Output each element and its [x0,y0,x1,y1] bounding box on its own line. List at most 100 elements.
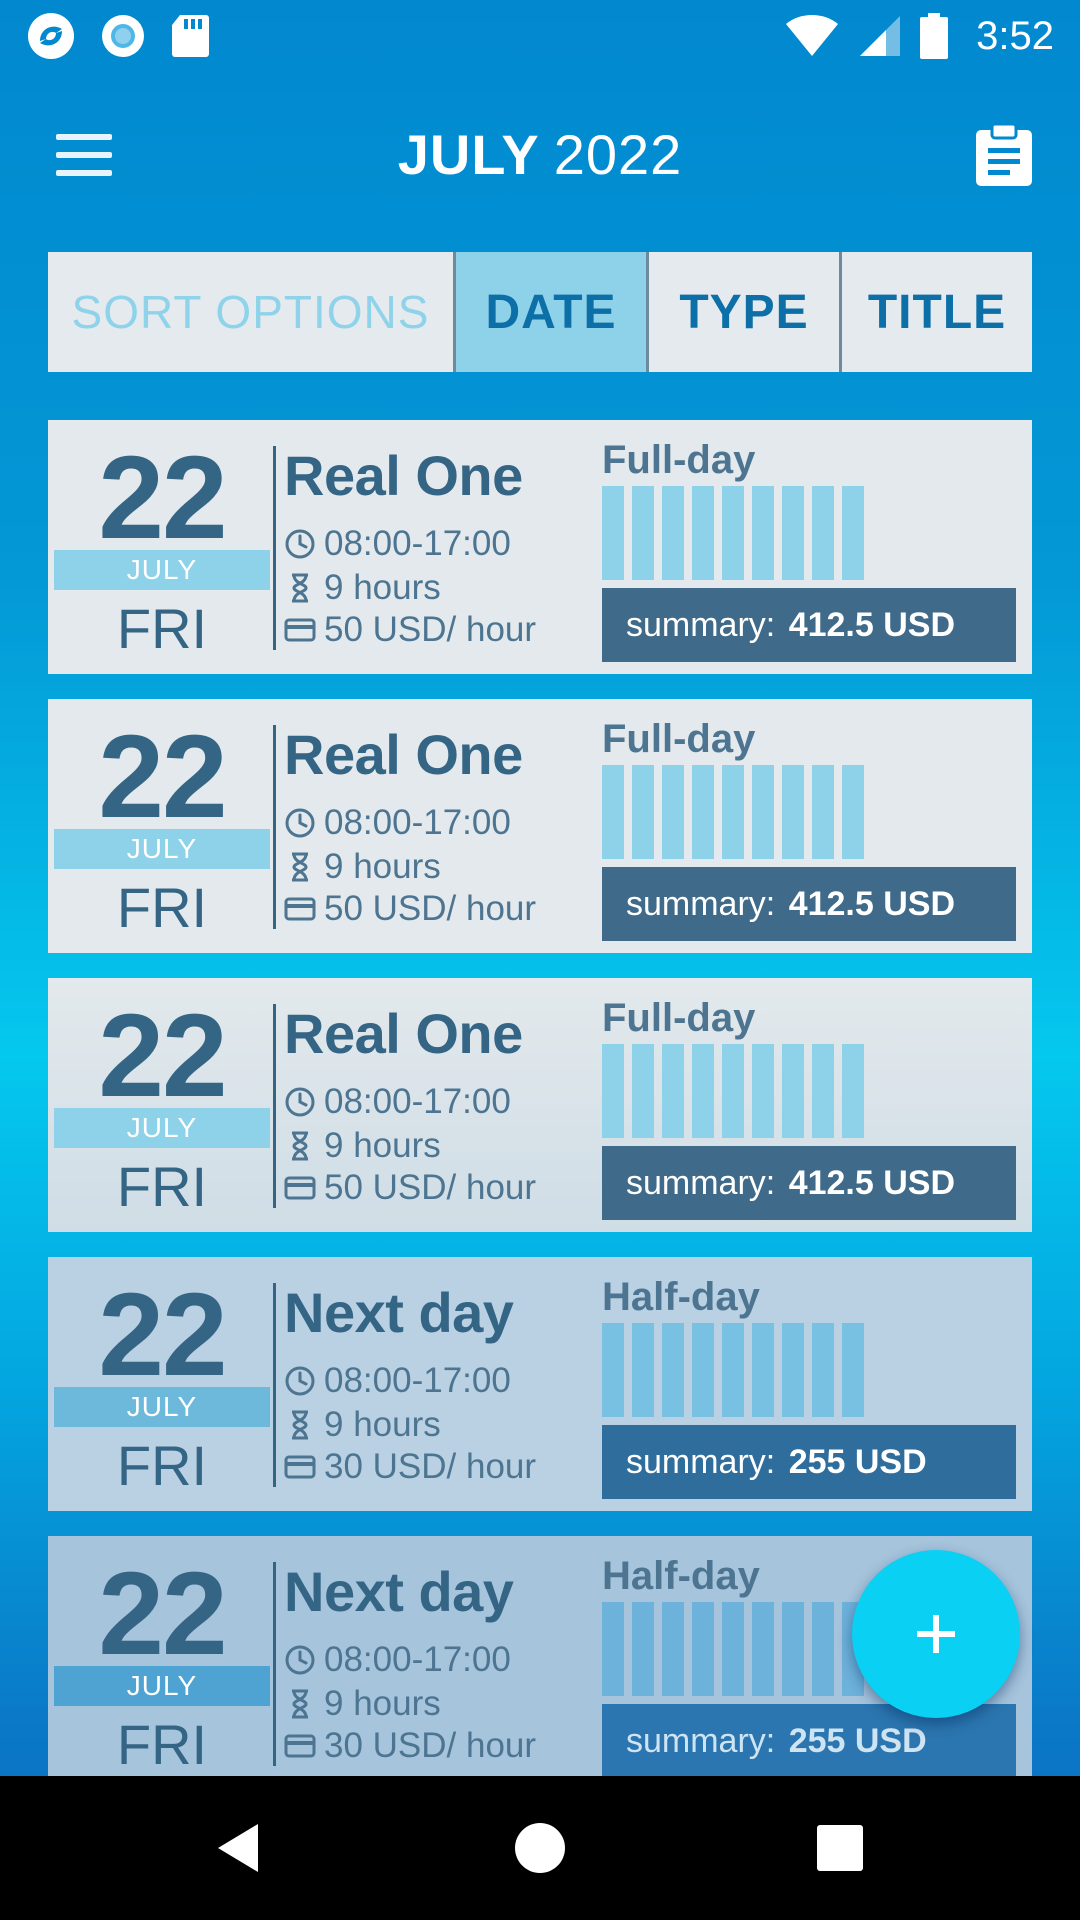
entry-time: 08:00-17:00 [324,1082,511,1121]
entry-divider [273,1562,276,1766]
entry-date: 22 JULY FRI [54,420,270,674]
entry-month: JULY [54,1387,270,1427]
entry-list: 22 JULY FRI Real One 08:00-17:00 9 hours [0,0,1080,1776]
entry-time: 08:00-17:00 [324,803,511,842]
entry-card[interactable]: 22 JULY FRI Real One 08:00-17:00 9 hours [48,699,1032,953]
entry-info: Real One 08:00-17:00 9 hours 50 USD/ hou… [284,699,604,953]
entry-time-row: 08:00-17:00 [284,524,511,564]
summary-value: 412.5 USD [788,885,956,923]
entry-time: 08:00-17:00 [324,1361,511,1400]
entry-rate-row: 50 USD/ hour [284,1168,536,1208]
summary-label: summary: [626,1443,776,1481]
entry-time: 08:00-17:00 [324,1640,511,1679]
plus-icon [917,1615,955,1653]
entry-day: 22 [98,1269,227,1401]
entry-hours: 9 hours [324,568,441,607]
entry-month: JULY [54,829,270,869]
credit-card-icon [284,1734,316,1758]
entry-weekday: FRI [116,1434,208,1497]
entry-month: JULY [54,1666,270,1706]
entry-title: Next day [284,1281,514,1344]
home-icon[interactable] [510,1818,570,1878]
entry-time-row: 08:00-17:00 [284,1082,511,1122]
entry-day: 22 [98,432,227,564]
entry-summary: summary: 412.5 USD [602,588,1016,662]
entry-weekday: FRI [116,1155,208,1218]
entry-hours-row: 9 hours [284,568,441,608]
entry-type-label: Full-day [602,438,756,482]
entry-time-row: 08:00-17:00 [284,1361,511,1401]
back-icon[interactable] [210,1818,270,1878]
entry-hours-bars [602,1323,864,1417]
summary-value: 255 USD [788,1722,927,1760]
hourglass-icon [292,852,308,882]
entry-rate: 50 USD/ hour [324,610,537,649]
entry-card[interactable]: 22 JULY FRI Real One 08:00-17:00 9 hours [48,420,1032,674]
entry-type-label: Half-day [602,1275,760,1319]
entry-month: JULY [54,550,270,590]
entry-hours-bars [602,1044,864,1138]
entry-type-label: Full-day [602,996,756,1040]
entry-rate-row: 50 USD/ hour [284,610,536,650]
entry-time-row: 08:00-17:00 [284,803,511,843]
entry-day: 22 [98,1548,227,1680]
entry-month: JULY [54,1108,270,1148]
entry-divider [273,725,276,929]
entry-title: Next day [284,1560,514,1623]
recents-icon[interactable] [810,1818,870,1878]
entry-date: 22 JULY FRI [54,1536,270,1776]
entry-summary: summary: 255 USD [602,1425,1016,1499]
entry-weekday: FRI [116,876,208,939]
entry-title: Real One [284,1002,523,1065]
entry-type-label: Half-day [602,1554,760,1598]
clock-icon [285,1087,315,1117]
entry-rate: 30 USD/ hour [324,1726,537,1765]
entry-hours: 9 hours [324,1684,441,1723]
entry-type: Full-day summary: 412.5 USD [602,978,1022,1232]
entry-hours-row: 9 hours [284,1684,441,1724]
clock-icon [285,1366,315,1396]
entry-type: Full-day summary: 412.5 USD [602,420,1022,674]
entry-weekday: FRI [116,597,208,660]
summary-value: 412.5 USD [788,606,956,644]
summary-label: summary: [626,606,776,644]
entry-time: 08:00-17:00 [324,524,511,563]
entry-rate: 50 USD/ hour [324,889,537,928]
summary-label: summary: [626,885,776,923]
clock-icon [285,1645,315,1675]
entry-time-row: 08:00-17:00 [284,1640,511,1680]
entry-card[interactable]: 22 JULY FRI Real One 08:00-17:00 9 hours [48,978,1032,1232]
entry-info: Real One 08:00-17:00 9 hours 50 USD/ hou… [284,978,604,1232]
entry-divider [273,1004,276,1208]
entry-day: 22 [98,711,227,843]
credit-card-icon [284,897,316,921]
entry-rate: 50 USD/ hour [324,1168,537,1207]
entry-info: Next day 08:00-17:00 9 hours 30 USD/ hou… [284,1257,604,1511]
entry-card[interactable]: 22 JULY FRI Next day 08:00-17:00 9 hours [48,1257,1032,1511]
entry-hours: 9 hours [324,847,441,886]
entry-hours-row: 9 hours [284,847,441,887]
summary-label: summary: [626,1164,776,1202]
entry-divider [273,446,276,650]
entry-rate-row: 50 USD/ hour [284,889,536,929]
entry-summary: summary: 412.5 USD [602,1146,1016,1220]
add-entry-button[interactable] [852,1550,1020,1718]
hourglass-icon [292,1410,308,1440]
entry-hours-bars [602,1602,864,1696]
hourglass-icon [292,1689,308,1719]
entry-hours: 9 hours [324,1405,441,1444]
entry-date: 22 JULY FRI [54,1257,270,1511]
entry-hours-row: 9 hours [284,1405,441,1445]
entry-rate-row: 30 USD/ hour [284,1447,536,1487]
summary-value: 255 USD [788,1443,927,1481]
entry-date: 22 JULY FRI [54,978,270,1232]
summary-label: summary: [626,1722,776,1760]
entry-info: Next day 08:00-17:00 9 hours 30 USD/ hou… [284,1536,604,1776]
entry-type: Full-day summary: 412.5 USD [602,699,1022,953]
summary-value: 412.5 USD [788,1164,956,1202]
hourglass-icon [292,1131,308,1161]
credit-card-icon [284,618,316,642]
credit-card-icon [284,1176,316,1200]
entry-title: Real One [284,444,523,507]
clock-icon [285,529,315,559]
